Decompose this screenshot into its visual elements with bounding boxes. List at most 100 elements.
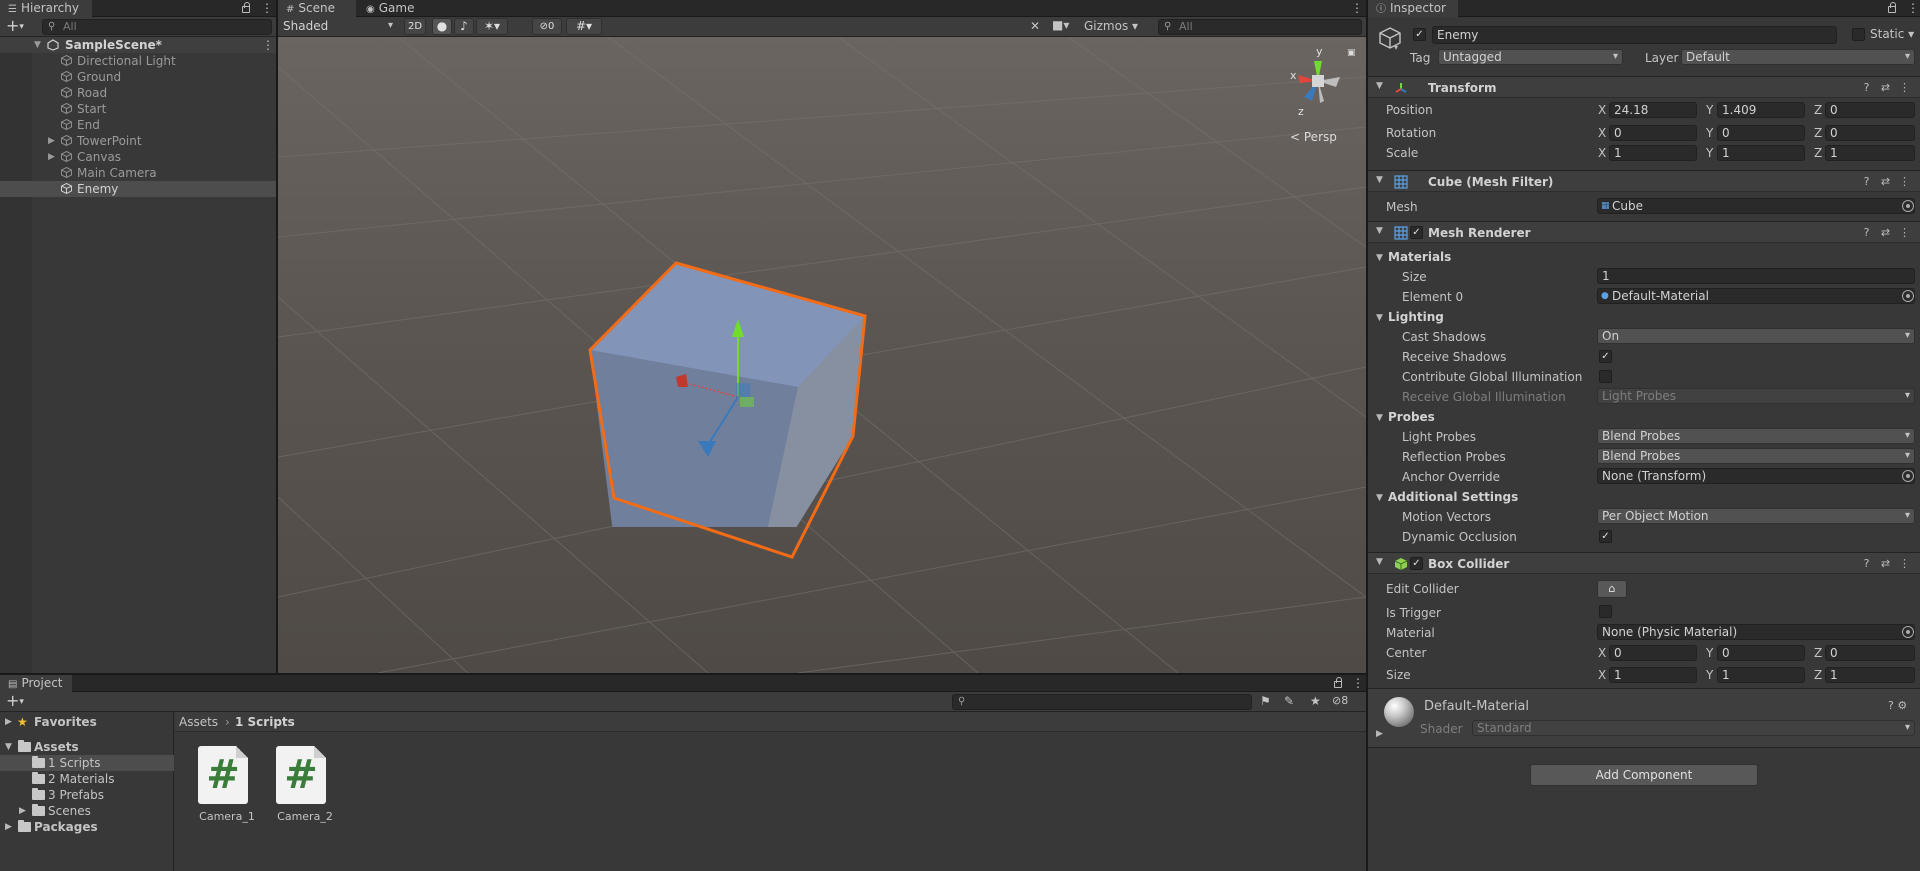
grid-toggle-icon[interactable]: #▾ bbox=[566, 18, 602, 35]
expand-arrow-icon[interactable]: ▶ bbox=[5, 819, 12, 835]
help-icon[interactable]: ? bbox=[1857, 226, 1876, 239]
presets-icon[interactable]: ⇄ bbox=[1876, 81, 1895, 94]
center-y-field[interactable]: 0 bbox=[1717, 645, 1805, 661]
lighting-section-title[interactable]: Lighting bbox=[1388, 310, 1444, 324]
folder-row[interactable]: ▶ Scenes bbox=[0, 803, 174, 819]
size-y-field[interactable]: 1 bbox=[1717, 667, 1805, 683]
position-x-field[interactable]: 24.18 bbox=[1609, 102, 1697, 118]
layer-dropdown[interactable]: Default bbox=[1681, 49, 1915, 65]
lock-icon[interactable] bbox=[1334, 677, 1342, 688]
foldout-arrow-icon[interactable]: ▼ bbox=[1376, 226, 1383, 236]
rotation-x-field[interactable]: 0 bbox=[1609, 125, 1697, 141]
presets-icon[interactable]: ⇄ bbox=[1876, 226, 1895, 239]
dynamic-occlusion-checkbox[interactable]: ✓ bbox=[1599, 530, 1612, 543]
object-active-checkbox[interactable]: ✓ bbox=[1413, 28, 1426, 41]
hierarchy-item[interactable]: Directional Light bbox=[0, 53, 276, 69]
light-probes-dropdown[interactable]: Blend Probes bbox=[1597, 428, 1915, 444]
scene-lock-icon[interactable]: ▣ bbox=[1347, 48, 1356, 58]
lighting-foldout-icon[interactable]: ▼ bbox=[1376, 313, 1383, 323]
component-menu-icon[interactable]: ⋮ bbox=[1895, 557, 1914, 570]
tab-project[interactable]: ▤ Project bbox=[0, 675, 72, 692]
hierarchy-item[interactable]: Main Camera bbox=[0, 165, 276, 181]
y-axis-handle[interactable] bbox=[732, 319, 744, 337]
materials-foldout-icon[interactable]: ▼ bbox=[1376, 253, 1383, 263]
toggle-2d-button[interactable]: 2D bbox=[404, 18, 426, 35]
x-axis-handle[interactable] bbox=[676, 374, 688, 387]
center-z-field[interactable]: 0 bbox=[1825, 645, 1915, 661]
add-component-button[interactable]: Add Component bbox=[1530, 764, 1758, 786]
move-gizmo[interactable] bbox=[278, 37, 1366, 673]
receive-shadows-checkbox[interactable]: ✓ bbox=[1599, 350, 1612, 363]
hierarchy-item-selected[interactable]: Enemy bbox=[0, 181, 276, 197]
presets-icon[interactable]: ⇄ bbox=[1876, 175, 1895, 188]
box-collider-enabled-checkbox[interactable]: ✓ bbox=[1410, 557, 1423, 570]
position-y-field[interactable]: 1.409 bbox=[1717, 102, 1805, 118]
cast-shadows-dropdown[interactable]: On bbox=[1597, 328, 1915, 344]
foldout-arrow-icon[interactable]: ▼ bbox=[1376, 557, 1383, 567]
hierarchy-item[interactable]: ▶ TowerPoint bbox=[0, 133, 276, 149]
object-picker-icon[interactable] bbox=[1902, 470, 1914, 482]
expand-arrow-icon[interactable]: ▶ bbox=[48, 149, 55, 165]
expand-arrow-icon[interactable]: ▶ bbox=[48, 133, 55, 149]
asset-tile[interactable]: # Camera_1 bbox=[195, 746, 259, 836]
object-picker-icon[interactable] bbox=[1902, 290, 1914, 302]
breadcrumb-assets[interactable]: Assets bbox=[179, 715, 218, 729]
menu-kebab-icon[interactable]: ⋮ bbox=[261, 2, 273, 14]
tag-dropdown[interactable]: Untagged bbox=[1438, 49, 1623, 65]
packages-row[interactable]: ▶ Packages bbox=[0, 819, 174, 835]
hierarchy-item[interactable]: End bbox=[0, 117, 276, 133]
center-x-field[interactable]: 0 bbox=[1609, 645, 1697, 661]
component-menu-icon[interactable]: ⋮ bbox=[1895, 175, 1914, 188]
additional-settings-section-title[interactable]: Additional Settings bbox=[1388, 490, 1518, 504]
edit-collider-button[interactable]: ⌂ bbox=[1597, 580, 1627, 598]
foldout-arrow-icon[interactable]: ▼ bbox=[1376, 81, 1383, 91]
size-z-field[interactable]: 1 bbox=[1825, 667, 1915, 683]
assets-row[interactable]: ▼ Assets bbox=[0, 739, 174, 755]
scene-menu-kebab-icon[interactable]: ⋮ bbox=[1351, 2, 1363, 14]
is-trigger-checkbox[interactable] bbox=[1599, 605, 1612, 618]
mesh-renderer-header[interactable]: ▼ ✓ Mesh Renderer ? ⇄ ⋮ bbox=[1368, 221, 1920, 243]
collider-material-field[interactable]: None (Physic Material) bbox=[1597, 624, 1915, 640]
tools-icon[interactable]: ✕ bbox=[1030, 19, 1040, 33]
folder-row-selected[interactable]: 1 Scripts bbox=[0, 755, 174, 771]
tab-game[interactable]: ◉ Game bbox=[358, 0, 424, 17]
icon-dropdown-arrow-icon[interactable]: ▾ bbox=[1394, 43, 1398, 52]
tab-scene[interactable]: # Scene bbox=[278, 0, 356, 17]
contribute-gi-checkbox[interactable] bbox=[1599, 370, 1612, 383]
mesh-object-field[interactable]: ▦ Cube bbox=[1597, 198, 1915, 214]
element0-object-field[interactable]: ● Default-Material bbox=[1597, 288, 1915, 304]
scene-viewport[interactable]: y x z ▣ < Persp bbox=[278, 37, 1366, 673]
projection-toggle[interactable]: < Persp bbox=[1290, 130, 1337, 144]
hierarchy-item[interactable]: Start bbox=[0, 101, 276, 117]
object-name-field[interactable]: Enemy bbox=[1432, 26, 1837, 44]
favorites-row[interactable]: ▶ ★ Favorites bbox=[0, 714, 174, 730]
mesh-filter-header[interactable]: ▼ Cube (Mesh Filter) ? ⇄ ⋮ bbox=[1368, 170, 1920, 192]
static-dropdown[interactable]: Static ▾ bbox=[1870, 27, 1914, 41]
component-menu-icon[interactable]: ⋮ bbox=[1895, 226, 1914, 239]
favorite-star-icon[interactable]: ★ bbox=[1310, 694, 1321, 708]
scene-row[interactable]: ▼ SampleScene* ⋮ bbox=[0, 37, 276, 53]
motion-vectors-dropdown[interactable]: Per Object Motion bbox=[1597, 508, 1915, 524]
material-preview-sphere-icon[interactable] bbox=[1384, 697, 1414, 727]
help-icon[interactable]: ? bbox=[1857, 557, 1876, 570]
rotation-y-field[interactable]: 0 bbox=[1717, 125, 1805, 141]
reflection-probes-dropdown[interactable]: Blend Probes bbox=[1597, 448, 1915, 464]
search-by-type-icon[interactable]: ⚑ bbox=[1260, 694, 1271, 708]
probes-foldout-icon[interactable]: ▼ bbox=[1376, 413, 1383, 423]
asset-tile[interactable]: # Camera_2 bbox=[273, 746, 337, 836]
lock-icon[interactable] bbox=[242, 2, 250, 13]
probes-section-title[interactable]: Probes bbox=[1388, 410, 1435, 424]
rotation-z-field[interactable]: 0 bbox=[1825, 125, 1915, 141]
folder-row[interactable]: 2 Materials bbox=[0, 771, 174, 787]
scale-z-field[interactable]: 1 bbox=[1825, 145, 1915, 161]
effects-toggle-icon[interactable]: ✶▾ bbox=[476, 18, 508, 35]
object-picker-icon[interactable] bbox=[1902, 626, 1914, 638]
tab-inspector[interactable]: ⓘ Inspector bbox=[1368, 0, 1458, 17]
material-help-icon[interactable]: ? ⚙ bbox=[1888, 699, 1907, 712]
transform-header[interactable]: ▼ Transform ? ⇄ ⋮ bbox=[1368, 76, 1920, 98]
folder-row[interactable]: 3 Prefabs bbox=[0, 787, 174, 803]
z-axis-handle[interactable] bbox=[698, 441, 716, 457]
tab-hierarchy[interactable]: ☰ Hierarchy bbox=[0, 0, 92, 17]
help-icon[interactable]: ? bbox=[1857, 81, 1876, 94]
static-checkbox[interactable] bbox=[1852, 28, 1865, 41]
